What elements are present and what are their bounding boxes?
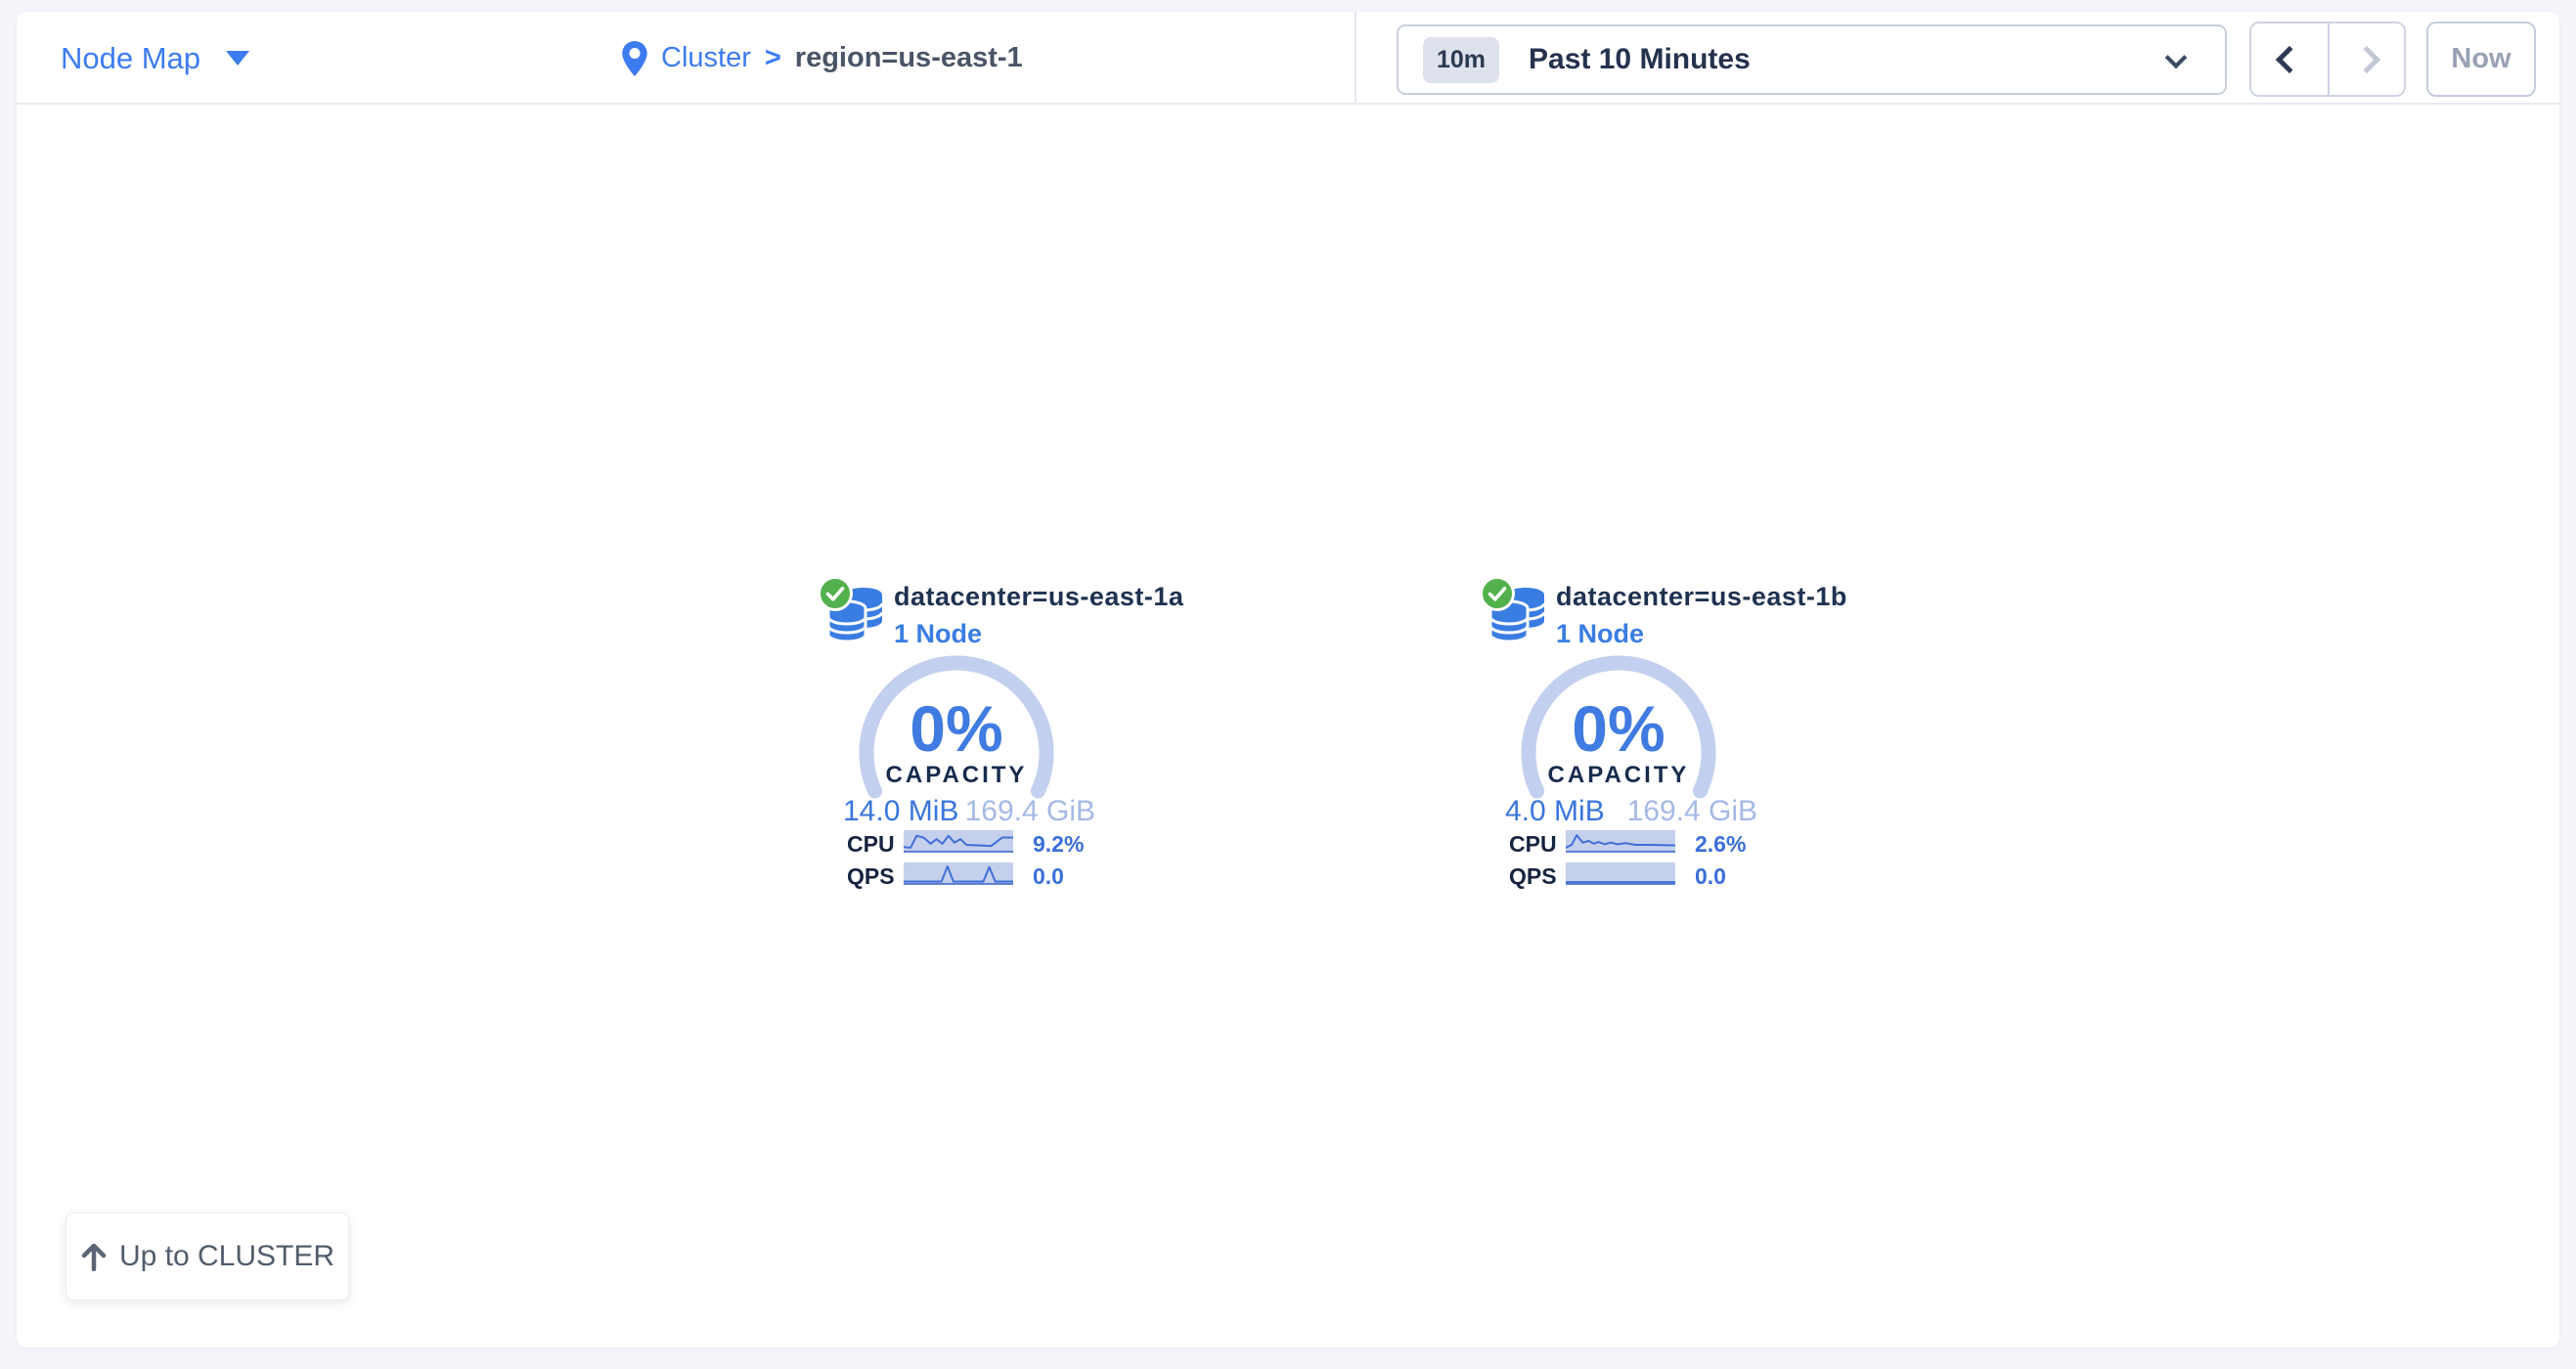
cpu-sparkline: [904, 830, 1013, 853]
chevron-right-icon: [2353, 45, 2380, 72]
capacity-label: CAPACITY: [1521, 762, 1716, 789]
view-selector-label: Node Map: [61, 41, 200, 76]
time-forward-button[interactable]: [2328, 23, 2404, 95]
view-selector-dropdown[interactable]: Node Map: [61, 12, 249, 105]
cpu-label: CPU: [847, 831, 895, 858]
now-button[interactable]: Now: [2426, 22, 2536, 97]
chevron-left-icon: [2276, 45, 2303, 72]
time-range-label: Past 10 Minutes: [1529, 43, 1751, 76]
caret-down-icon: [226, 51, 249, 66]
time-range-select[interactable]: 10m Past 10 Minutes: [1397, 24, 2227, 95]
node-map-panel: Node Map Cluster > region=us-east-1 10m …: [17, 12, 2559, 1347]
cpu-sparkline: [1566, 830, 1675, 853]
qps-label: QPS: [1509, 863, 1557, 890]
breadcrumb: Cluster > region=us-east-1: [622, 12, 1023, 105]
capacity-used: 4.0 MiB: [1505, 795, 1605, 828]
cpu-label: CPU: [1509, 831, 1557, 858]
cpu-value: 2.6%: [1695, 831, 1746, 858]
time-range-badge: 10m: [1423, 37, 1499, 83]
up-to-cluster-label: Up to CLUSTER: [119, 1240, 334, 1273]
capacity-label: CAPACITY: [859, 762, 1054, 789]
capacity-percent: 0%: [1521, 691, 1716, 766]
cpu-value: 9.2%: [1033, 831, 1084, 858]
qps-sparkline: [1566, 862, 1675, 885]
breadcrumb-separator: >: [765, 42, 781, 74]
capacity-percent: 0%: [859, 691, 1054, 766]
qps-value: 0.0: [1033, 863, 1064, 890]
map-pin-icon: [622, 41, 647, 76]
topbar: Node Map Cluster > region=us-east-1 10m …: [17, 12, 2559, 105]
qps-label: QPS: [847, 863, 895, 890]
datacenter-card[interactable]: datacenter=us-east-1a 1 Node 0% CAPACITY…: [837, 572, 1097, 909]
qps-value: 0.0: [1695, 863, 1726, 890]
breadcrumb-cluster-link[interactable]: Cluster: [661, 42, 751, 74]
arrow-up-icon: [80, 1242, 108, 1271]
datacenter-node-count: 1 Node: [1556, 619, 1847, 649]
datacenter-name: datacenter=us-east-1a: [894, 582, 1183, 612]
datacenter-node-count: 1 Node: [894, 619, 1183, 649]
capacity-total: 169.4 GiB: [965, 795, 1095, 828]
qps-sparkline: [904, 862, 1013, 885]
time-back-button[interactable]: [2251, 23, 2328, 95]
topbar-divider: [1355, 12, 1356, 103]
chevron-down-icon: [2165, 47, 2188, 69]
time-nav-group: [2249, 22, 2406, 97]
breadcrumb-current: region=us-east-1: [795, 42, 1023, 74]
capacity-total: 169.4 GiB: [1627, 795, 1757, 828]
healthy-check-icon: [1478, 574, 1517, 613]
up-to-cluster-button[interactable]: Up to CLUSTER: [66, 1213, 349, 1301]
datacenter-card[interactable]: datacenter=us-east-1b 1 Node 0% CAPACITY…: [1499, 572, 1759, 909]
capacity-used: 14.0 MiB: [843, 795, 958, 828]
datacenter-name: datacenter=us-east-1b: [1556, 582, 1847, 612]
healthy-check-icon: [816, 574, 855, 613]
